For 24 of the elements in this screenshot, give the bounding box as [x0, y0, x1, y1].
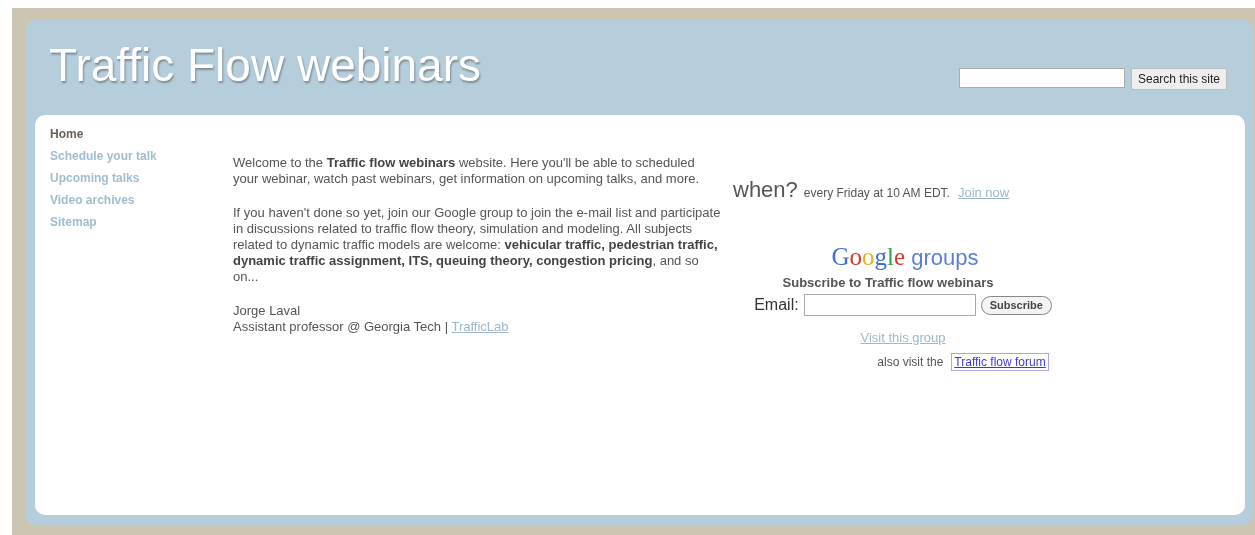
when-heading: when? [733, 177, 798, 203]
search-field[interactable] [958, 68, 1125, 88]
also-visit-text: also visit the [877, 355, 944, 369]
google-groups-logo: Google groups [831, 243, 979, 271]
visit-group-link[interactable]: Visit this group [860, 330, 946, 345]
intro-paragraph: If you haven't done so yet, join our Google group to join the e-mail list and participate in discussions related to traffic flow theory, simulation and modeling. All subjects related to dynamic traffic models are welcome: vehicular traffic, pedestrian traffic, dynamic traffic assignment, ITS, queuing theory, congestion pricing, and so on... [233, 205, 722, 285]
nav-link[interactable]: Sitemap [50, 215, 97, 237]
email-field[interactable] [803, 294, 976, 316]
intro-paragraph: Welcome to the Traffic flow webinars website. Here you'll be able to scheduled your webinar, watch past webinars, get information on upcoming talks, and more. [233, 155, 701, 187]
forum-link[interactable]: Traffic flow forum [951, 353, 1049, 371]
search-button[interactable]: Search this site [1130, 68, 1227, 90]
site-title: Traffic Flow webinars [49, 38, 481, 92]
email-label: Email: [754, 296, 799, 314]
lab-link[interactable]: TrafficLab [451, 319, 509, 334]
author-role: Assistant professor @ Georgia Tech | [233, 319, 449, 334]
nav-link[interactable]: Upcoming talks [50, 171, 140, 193]
nav-link[interactable]: Home [50, 127, 84, 149]
author-name: Jorge Laval [233, 303, 302, 319]
nav-link[interactable]: Schedule your talk [50, 149, 157, 171]
subscribe-button[interactable]: Subscribe [980, 295, 1052, 315]
subscribe-heading: Subscribe to Traffic flow webinars [782, 275, 994, 290]
nav-link[interactable]: Video archives [50, 193, 135, 215]
schedule-text: every Friday at 10 AM EDT. [803, 186, 950, 200]
join-now-link[interactable]: Join now [957, 185, 1010, 200]
